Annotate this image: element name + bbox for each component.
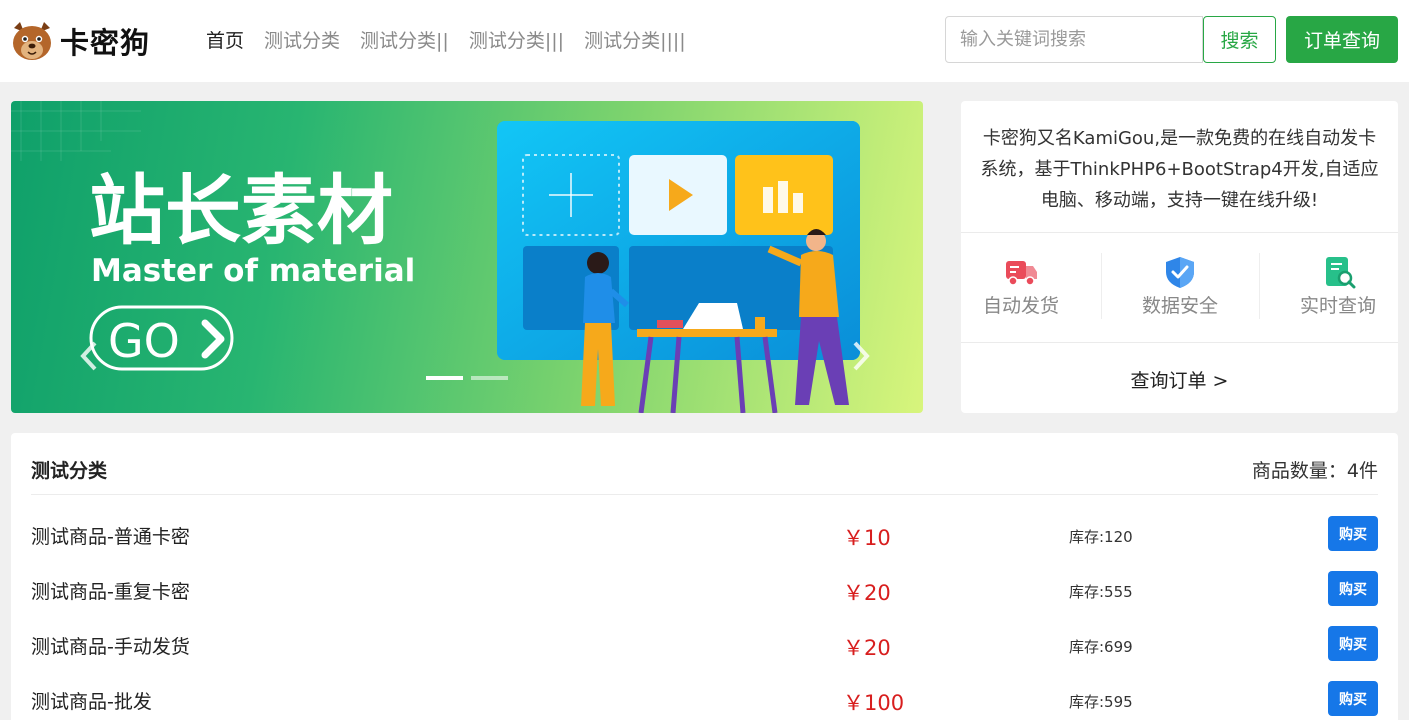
buy-button[interactable]: 购买: [1328, 626, 1378, 661]
site-name: 卡密狗: [60, 26, 151, 60]
buy-button[interactable]: 购买: [1328, 681, 1378, 716]
feature-separator: [1259, 253, 1260, 319]
feature-data-security: 数据安全: [1141, 295, 1218, 317]
search-button[interactable]: 搜索: [1203, 16, 1276, 63]
product-price: ￥20: [843, 636, 891, 660]
product-price: ￥10: [843, 526, 891, 550]
search-input[interactable]: [945, 16, 1203, 63]
product-name[interactable]: 测试商品-普通卡密: [31, 522, 190, 549]
table-row[interactable]: 测试商品-重复卡密 ￥20 库存:555 购买: [11, 561, 1398, 616]
product-count: 商品数量：4件: [1252, 456, 1378, 483]
feature-separator: [1101, 253, 1102, 319]
banner-carousel[interactable]: 站长素材 Master of material GO: [11, 101, 923, 413]
banner-illustration: 站长素材 Master of material GO: [11, 101, 860, 413]
product-stock: 库存:555: [1069, 583, 1133, 601]
info-divider: [961, 232, 1398, 233]
banner-subline: Master of material: [91, 253, 415, 289]
product-price: ￥100: [843, 691, 905, 715]
nav-home[interactable]: 首页: [206, 26, 244, 56]
carousel-next-icon[interactable]: [849, 339, 879, 379]
site-description: 卡密狗又名KamiGou,是一款免费的在线自动发卡系统，基于ThinkPHP6+…: [980, 128, 1379, 211]
product-price: ￥20: [843, 581, 891, 605]
product-list-card: 测试分类 商品数量：4件 测试商品-普通卡密 ￥10 库存:120 购买 测试商…: [11, 433, 1398, 720]
table-row[interactable]: 测试商品-批发 ￥100 库存:595 购买: [11, 671, 1398, 720]
product-name[interactable]: 测试商品-重复卡密: [31, 577, 190, 604]
feature-realtime-query: 实时查询: [1299, 295, 1376, 317]
product-count-value: 4件: [1346, 460, 1378, 482]
order-query-button[interactable]: 订单查询: [1286, 16, 1398, 63]
nav-category-2[interactable]: 测试分类||: [360, 26, 449, 56]
top-header: 卡密狗 首页 测试分类 测试分类|| 测试分类||| 测试分类|||| 搜索 订…: [0, 0, 1409, 82]
buy-button[interactable]: 购买: [1328, 516, 1378, 551]
category-title: 测试分类: [31, 460, 108, 482]
product-stock: 库存:120: [1069, 528, 1133, 546]
document-search-icon: [1326, 257, 1356, 289]
banner-go-label: GO: [108, 314, 180, 368]
dog-logo-icon: [13, 22, 51, 60]
product-count-label: 商品数量：: [1251, 460, 1347, 482]
table-row[interactable]: 测试商品-普通卡密 ￥10 库存:120 购买: [11, 506, 1398, 561]
shield-check-icon: [1166, 257, 1194, 288]
feature-auto-delivery: 自动发货: [982, 295, 1059, 317]
main-nav: 首页 测试分类 测试分类|| 测试分类||| 测试分类||||: [206, 26, 706, 56]
nav-category-3[interactable]: 测试分类|||: [469, 26, 564, 56]
table-row[interactable]: 测试商品-手动发货 ￥20 库存:699 购买: [11, 616, 1398, 671]
category-divider: [31, 494, 1378, 495]
query-order-link[interactable]: 查询订单 >: [961, 366, 1398, 393]
nav-category-1[interactable]: 测试分类: [264, 26, 340, 56]
product-name[interactable]: 测试商品-手动发货: [31, 632, 190, 659]
site-logo[interactable]: 卡密狗: [10, 20, 150, 62]
nav-category-4[interactable]: 测试分类||||: [584, 26, 686, 56]
product-stock: 库存:595: [1069, 693, 1133, 711]
carousel-prev-icon[interactable]: [77, 339, 107, 379]
buy-button[interactable]: 购买: [1328, 571, 1378, 606]
carousel-indicator-1[interactable]: [426, 376, 463, 380]
delivery-truck-icon: [1006, 261, 1037, 286]
info-divider: [961, 342, 1398, 343]
carousel-indicator-2[interactable]: [471, 376, 508, 380]
product-name[interactable]: 测试商品-批发: [31, 687, 152, 714]
banner-headline: 站长素材: [89, 166, 393, 255]
product-stock: 库存:699: [1069, 638, 1133, 656]
